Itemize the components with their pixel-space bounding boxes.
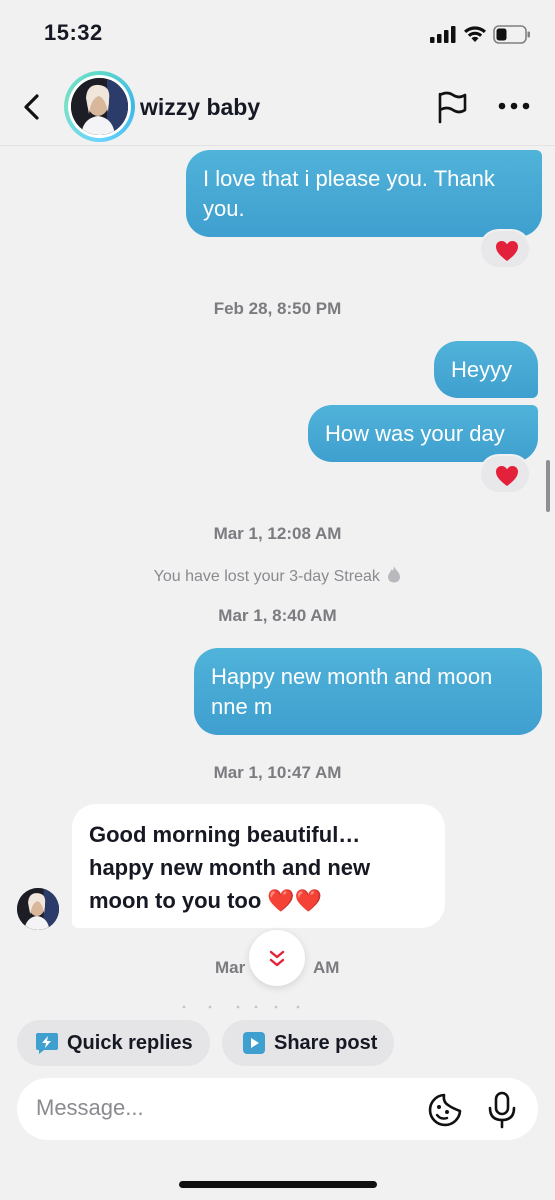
message-placeholder: Message...	[36, 1095, 144, 1120]
timestamp: Mar 1, 12:08 AM	[213, 524, 342, 543]
incoming-message[interactable]: Good morning beautiful… happy new month …	[72, 804, 445, 928]
more-horizontal-icon[interactable]	[497, 100, 531, 112]
streak-notice-text: You have lost your 3-day Streak	[153, 568, 380, 585]
sticker-icon[interactable]	[427, 1092, 463, 1128]
message-text: I love that i please you. Thank you.	[203, 166, 495, 221]
quick-replies-label: Quick replies	[67, 1031, 193, 1054]
timestamp-partial-left: Mar	[215, 958, 246, 977]
timestamp: Feb 28, 8:50 PM	[213, 299, 342, 318]
outgoing-message[interactable]: I love that i please you. Thank you.	[186, 150, 542, 237]
quick-replies-button[interactable]: Quick replies	[17, 1020, 210, 1066]
timestamp: Mar 1, 10:47 AM	[213, 763, 342, 782]
message-input[interactable]: Message...	[17, 1078, 538, 1140]
microphone-icon[interactable]	[487, 1091, 517, 1129]
lightning-bubble-icon	[36, 1033, 58, 1054]
signal-icon	[430, 26, 456, 43]
message-text: How was your day	[325, 421, 505, 446]
double-chevron-down-icon	[269, 950, 285, 967]
share-post-button[interactable]: Share post	[222, 1020, 394, 1066]
status-time: 15:32	[44, 20, 103, 45]
timestamp-partial-right: AM	[313, 958, 340, 977]
avatar-photo	[71, 78, 128, 135]
contact-name[interactable]: wizzy baby	[140, 94, 260, 121]
streak-notice: You have lost your 3-day Streak	[0, 565, 555, 586]
home-indicator	[179, 1181, 377, 1188]
reaction-badge[interactable]	[479, 454, 531, 494]
battery-icon	[493, 25, 530, 44]
header-divider	[0, 145, 555, 146]
outgoing-message[interactable]: Heyyy	[434, 341, 538, 398]
scroll-to-bottom-button[interactable]	[249, 930, 305, 986]
flag-icon[interactable]	[436, 90, 468, 124]
heart-icon	[496, 466, 518, 486]
message-text: Good morning beautiful… happy new month …	[89, 822, 371, 913]
message-text: Heyyy	[451, 357, 513, 382]
share-post-label: Share post	[274, 1031, 378, 1054]
wifi-icon	[464, 26, 486, 42]
heart-icon	[496, 241, 518, 261]
message-text: Happy new month and moon nne m	[211, 664, 493, 719]
scrollbar[interactable]	[546, 460, 550, 512]
flame-icon	[388, 566, 401, 583]
outgoing-message[interactable]: Happy new month and moon nne m	[194, 648, 542, 735]
reaction-badge[interactable]	[479, 229, 531, 269]
contact-avatar[interactable]	[64, 71, 135, 142]
play-square-icon	[243, 1032, 265, 1054]
sender-avatar[interactable]	[17, 888, 59, 930]
chevron-left-icon[interactable]	[18, 92, 46, 122]
avatar-photo	[17, 888, 59, 930]
faded-text-remnant	[180, 997, 300, 1009]
timestamp: Mar 1, 8:40 AM	[218, 606, 337, 625]
